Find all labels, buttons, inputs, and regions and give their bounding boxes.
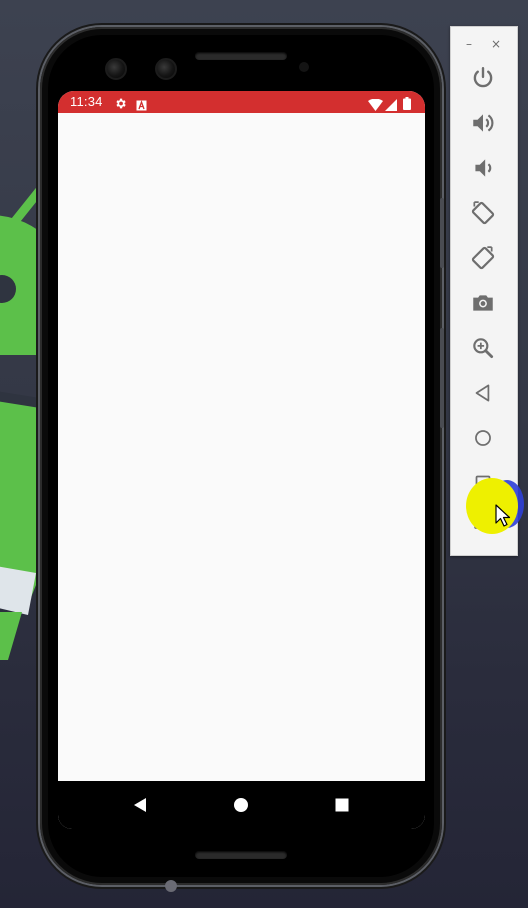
volume-down-icon — [475, 159, 492, 177]
back-button[interactable] — [470, 380, 496, 406]
nav-recents-button[interactable] — [330, 793, 354, 817]
nav-home-button[interactable] — [229, 793, 253, 817]
rotate-left-icon — [471, 201, 495, 225]
status-time: 11:34 — [70, 94, 103, 109]
front-camera-right — [155, 58, 177, 80]
device-screen: 11:34 — [58, 91, 425, 829]
zoom-button[interactable] — [470, 335, 496, 361]
back-icon — [134, 798, 146, 812]
volume-up-icon — [473, 114, 494, 132]
usb-port — [165, 880, 177, 892]
rotate-left-button[interactable] — [470, 200, 496, 226]
minimize-button[interactable]: – — [460, 35, 478, 53]
zoom-icon — [473, 338, 494, 359]
settings-icon — [114, 95, 127, 114]
volume-up-button[interactable] — [470, 110, 496, 136]
back-icon — [475, 384, 490, 402]
battery-icon — [403, 95, 411, 114]
volume-down-button[interactable] — [470, 155, 496, 181]
side-button-volume — [440, 328, 444, 428]
emulator-toolbar: – × — [450, 26, 518, 556]
app-content-area[interactable] — [58, 113, 425, 781]
bottom-speaker — [195, 851, 287, 859]
status-bar: 11:34 — [58, 91, 425, 113]
power-icon — [473, 67, 493, 88]
home-button[interactable] — [470, 425, 496, 451]
home-icon — [234, 798, 248, 812]
rotate-right-button[interactable] — [470, 245, 496, 271]
front-camera-left — [105, 58, 127, 80]
close-button[interactable]: × — [487, 35, 505, 53]
camera-icon — [473, 295, 493, 311]
navigation-bar — [58, 781, 425, 829]
recents-icon — [335, 798, 349, 812]
nav-back-button[interactable] — [128, 793, 152, 817]
side-button-power — [440, 198, 444, 268]
proximity-sensor — [299, 62, 309, 72]
screenshot-button[interactable] — [470, 290, 496, 316]
rotate-right-icon — [471, 246, 495, 270]
home-icon — [475, 430, 491, 446]
power-button[interactable] — [470, 65, 496, 91]
mouse-cursor — [495, 504, 511, 532]
earpiece-speaker — [195, 52, 287, 60]
